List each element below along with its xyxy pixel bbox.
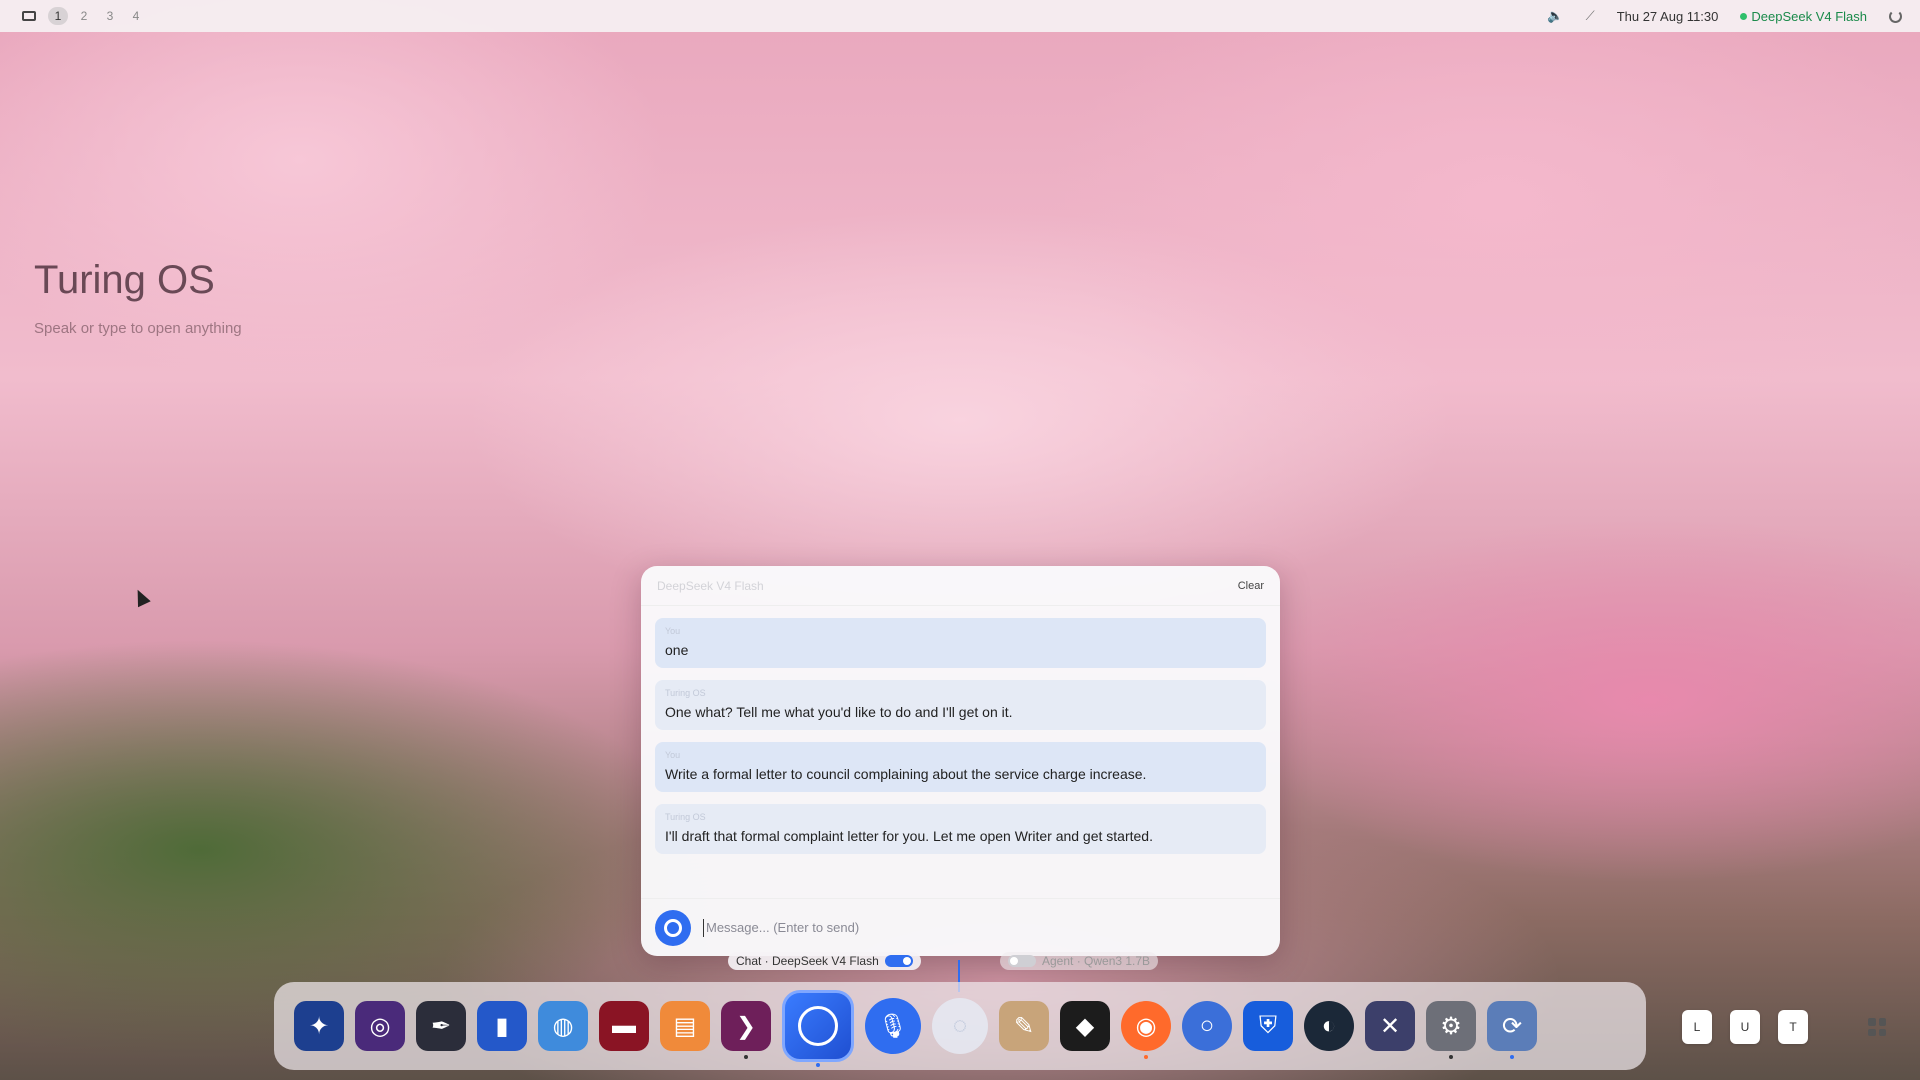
microphone-button[interactable]: 🎙 <box>865 998 921 1054</box>
bitwarden-icon[interactable]: ⛨ <box>1243 1001 1293 1051</box>
running-indicator <box>1144 1055 1148 1059</box>
steam-icon[interactable]: ◐ <box>1304 1001 1354 1051</box>
workspace-4[interactable]: 4 <box>126 7 146 25</box>
dock-letter-buttons: L U T <box>1682 1010 1808 1044</box>
message-role: You <box>665 750 681 760</box>
media-app-icon[interactable]: ▬ <box>599 1001 649 1051</box>
gimp-icon[interactable]: ✎ <box>999 1001 1049 1051</box>
model-status[interactable]: DeepSeek V4 Flash <box>1740 9 1867 24</box>
message-user: You Write a formal letter to council com… <box>655 742 1266 792</box>
chat-panel: DeepSeek V4 Flash Clear You one Turing O… <box>641 566 1280 956</box>
agent-mode-label: Agent · Qwen3 1.7B <box>1042 954 1151 968</box>
workspace-switcher: 1 2 3 4 <box>22 7 146 25</box>
assistant-ring-icon <box>798 1006 838 1046</box>
voice-orb-button[interactable] <box>655 909 691 946</box>
message-list: You one Turing OS One what? Tell me what… <box>641 606 1280 854</box>
notes-app-icon[interactable]: ▤ <box>660 1001 710 1051</box>
message-user: You one <box>655 618 1266 668</box>
top-bar: 1 2 3 4 🔈 ⟋ Thu 27 Aug 11:30 DeepSeek V4… <box>0 0 1920 32</box>
wifi-off-icon[interactable]: ⟋ <box>1586 8 1595 24</box>
letter-button-u[interactable]: U <box>1730 1010 1760 1044</box>
message-text: one <box>665 642 689 658</box>
workspace-3[interactable]: 3 <box>100 7 120 25</box>
message-role: Turing OS <box>665 688 706 698</box>
clear-button[interactable]: Clear <box>1238 580 1264 592</box>
toggle-on-icon[interactable] <box>884 955 913 967</box>
tools-app-icon[interactable]: ✕ <box>1365 1001 1415 1051</box>
status-dot-icon <box>1740 12 1748 20</box>
clock[interactable]: Thu 27 Aug 11:30 <box>1617 9 1719 24</box>
chat-mode-toggle[interactable]: Chat · DeepSeek V4 Flash <box>728 952 921 970</box>
astro-app-icon[interactable]: ◎ <box>355 1001 405 1051</box>
app-grid-icon[interactable] <box>1868 1018 1886 1036</box>
firefox-icon[interactable]: ◉ <box>1121 1001 1171 1059</box>
agent-orb-button[interactable]: ◌ <box>932 998 988 1054</box>
browser-compass-icon[interactable]: ✦ <box>294 1001 344 1051</box>
speaker-icon[interactable]: 🔈 <box>1547 8 1563 24</box>
workspaces-icon[interactable] <box>22 11 36 21</box>
messages-app-icon[interactable]: ◍ <box>538 1001 588 1051</box>
message-role: Turing OS <box>665 812 706 822</box>
message-composer <box>641 898 1280 956</box>
desktop-subtitle: Speak or type to open anything <box>34 320 242 337</box>
running-indicator <box>1510 1055 1514 1059</box>
message-text: Write a formal letter to council complai… <box>665 766 1147 782</box>
running-indicator <box>744 1055 748 1059</box>
message-text: I'll draft that formal complaint letter … <box>665 828 1153 844</box>
update-app-icon[interactable]: ⟳ <box>1487 1001 1537 1059</box>
desktop-title: Turing OS <box>34 258 215 302</box>
running-indicator <box>816 1063 820 1067</box>
letter-button-l[interactable]: L <box>1682 1010 1712 1044</box>
terminal-app-icon[interactable]: ❯ <box>721 1001 771 1059</box>
message-assistant: Turing OS I'll draft that formal complai… <box>655 804 1266 854</box>
chat-header: DeepSeek V4 Flash Clear <box>641 566 1280 606</box>
agent-mode-toggle[interactable]: Agent · Qwen3 1.7B <box>1000 952 1159 970</box>
mouse-cursor-icon <box>131 586 151 608</box>
letter-button-t[interactable]: T <box>1778 1010 1808 1044</box>
message-input[interactable] <box>703 918 1266 937</box>
running-indicator <box>1449 1055 1453 1059</box>
assistant-button[interactable] <box>782 990 854 1067</box>
message-text: One what? Tell me what you'd like to do … <box>665 704 1013 720</box>
message-assistant: Turing OS One what? Tell me what you'd l… <box>655 680 1266 730</box>
power-icon[interactable] <box>1889 9 1902 23</box>
inkscape-icon[interactable]: ✒ <box>416 1001 466 1051</box>
workspace-2[interactable]: 2 <box>74 7 94 25</box>
chat-mode-label: Chat · DeepSeek V4 Flash <box>736 954 879 968</box>
dock: ✦ ◎ ✒ ▮ ◍ ▬ ▤ ❯ 🎙 ◌ ✎ ◆ ◉ ○ ⛨ ◐ ✕ ⚙ ⟳ <box>274 982 1646 1070</box>
cube-app-icon[interactable]: ◆ <box>1060 1001 1110 1051</box>
message-role: You <box>665 626 681 636</box>
orb-ring-icon <box>664 918 682 937</box>
workspace-1[interactable]: 1 <box>48 7 68 25</box>
model-status-label: DeepSeek V4 Flash <box>1751 8 1867 24</box>
settings-gear-icon[interactable]: ⚙ <box>1426 1001 1476 1059</box>
chat-model-label: DeepSeek V4 Flash <box>657 578 764 593</box>
toggle-off-icon[interactable] <box>1008 955 1036 967</box>
stats-app-icon[interactable]: ▮ <box>477 1001 527 1051</box>
chromium-icon[interactable]: ○ <box>1182 1001 1232 1051</box>
